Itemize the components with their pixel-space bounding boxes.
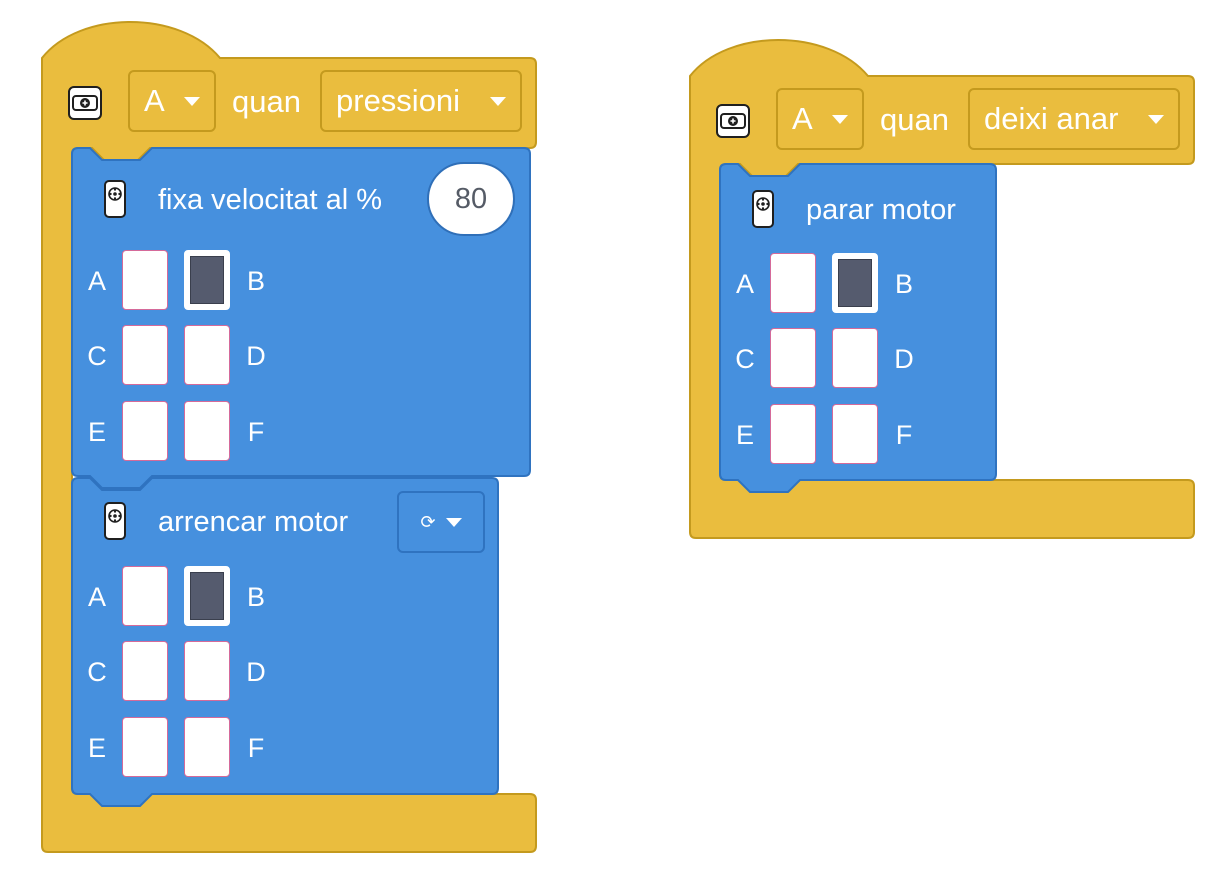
rotate-clockwise-icon: ⟳	[420, 511, 436, 532]
port-e-checkbox[interactable]	[770, 404, 816, 464]
chevron-down-icon	[490, 96, 506, 106]
port-label-c: C	[735, 344, 755, 374]
button-select-dropdown[interactable]: A	[128, 70, 216, 132]
port-label-a: A	[87, 266, 106, 296]
chevron-down-icon	[184, 96, 200, 106]
hub-icon	[716, 104, 750, 138]
port-label-e: E	[735, 420, 754, 450]
chevron-down-icon	[1148, 114, 1164, 124]
port-f-checkbox[interactable]	[184, 401, 230, 461]
port-a-checkbox[interactable]	[770, 253, 816, 313]
port-label-f: F	[247, 417, 265, 447]
port-label-d: D	[246, 657, 266, 687]
port-d-checkbox[interactable]	[832, 328, 878, 388]
button-select-value: A	[144, 83, 165, 118]
block-title-stop-motor: parar motor	[806, 194, 956, 226]
port-e-checkbox[interactable]	[122, 401, 168, 461]
port-label-f: F	[895, 420, 913, 450]
motor-icon	[104, 502, 126, 540]
port-label-b: B	[246, 582, 265, 612]
port-a-checkbox[interactable]	[122, 566, 168, 626]
block-title-set-speed: fixa velocitat al %	[158, 184, 383, 216]
port-label-d: D	[894, 344, 914, 374]
port-label-d: D	[246, 341, 266, 371]
chevron-down-icon	[445, 517, 462, 527]
port-label-c: C	[87, 341, 107, 371]
port-label-f: F	[247, 733, 265, 763]
port-b-checkbox[interactable]	[832, 253, 878, 313]
port-b-checkbox[interactable]	[184, 566, 230, 626]
hub-icon	[68, 86, 102, 120]
port-c-checkbox[interactable]	[122, 641, 168, 701]
when-label: quan	[232, 84, 301, 119]
port-d-checkbox[interactable]	[184, 325, 230, 385]
button-select-dropdown[interactable]: A	[776, 88, 864, 150]
direction-dropdown[interactable]: ⟳	[397, 491, 485, 553]
motor-icon	[752, 190, 774, 228]
port-c-checkbox[interactable]	[770, 328, 816, 388]
hub-icon-glyph	[720, 113, 746, 129]
speed-input[interactable]: 80	[427, 162, 515, 236]
button-action-value: pressioni	[336, 83, 461, 118]
when-label: quan	[880, 102, 949, 137]
button-action-dropdown[interactable]: pressioni	[320, 70, 522, 132]
button-action-dropdown[interactable]: deixi anar	[968, 88, 1180, 150]
port-label-e: E	[87, 417, 106, 447]
port-d-checkbox[interactable]	[184, 641, 230, 701]
port-e-checkbox[interactable]	[122, 717, 168, 777]
button-select-value: A	[792, 101, 813, 136]
motor-icon	[104, 180, 126, 218]
port-label-a: A	[735, 269, 754, 299]
port-a-checkbox[interactable]	[122, 250, 168, 310]
port-label-e: E	[87, 733, 106, 763]
port-b-checkbox[interactable]	[184, 250, 230, 310]
port-label-c: C	[87, 657, 107, 687]
chevron-down-icon	[832, 114, 848, 124]
hub-icon-glyph	[72, 95, 98, 111]
port-label-b: B	[246, 266, 265, 296]
button-action-value: deixi anar	[984, 101, 1119, 136]
port-label-b: B	[894, 269, 913, 299]
port-c-checkbox[interactable]	[122, 325, 168, 385]
port-label-a: A	[87, 582, 106, 612]
port-f-checkbox[interactable]	[184, 717, 230, 777]
block-title-start-motor: arrencar motor	[158, 506, 349, 538]
port-f-checkbox[interactable]	[832, 404, 878, 464]
